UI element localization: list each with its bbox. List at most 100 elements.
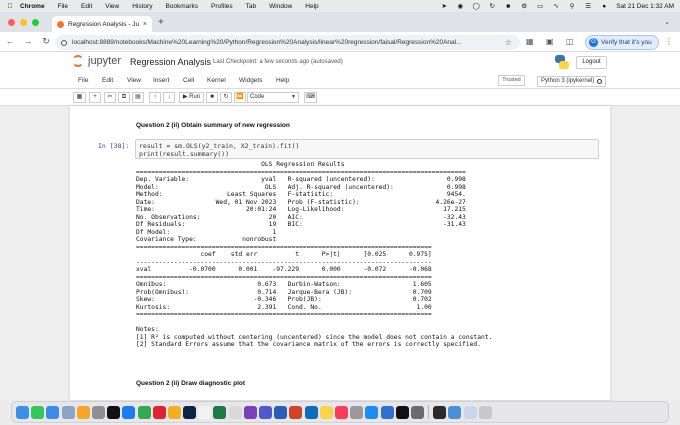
browser-tab[interactable]: Regression Analysis - Jupyte × (52, 16, 152, 32)
apple-icon[interactable]:  (0, 3, 20, 10)
logout-button[interactable]: Logout (576, 56, 607, 69)
new-tab-button[interactable]: + (158, 17, 164, 28)
kernel-indicator[interactable]: Python 3 (ipykernel) (537, 76, 607, 87)
menu-tab[interactable]: Tab (246, 3, 256, 10)
wifi-icon[interactable]: ∿ (552, 3, 560, 10)
screen-icon[interactable] (448, 405, 462, 419)
nb-menu-cell[interactable]: Cell (183, 77, 194, 84)
menu-file[interactable]: File (58, 3, 68, 10)
sync-icon[interactable]: ↻ (488, 3, 496, 10)
verify-identity-button[interactable]: G Verify that it's you (585, 35, 659, 50)
powerpoint-icon[interactable] (289, 405, 303, 419)
opera-icon[interactable] (152, 405, 166, 419)
url-text[interactable]: localhost:8889/notebooks/Machine%20Learn… (72, 39, 505, 46)
cell-type-select[interactable]: Code ▼ (247, 92, 299, 103)
code-cell[interactable]: result = sm.OLS(y2_train, X2_train).fit(… (135, 139, 599, 159)
photos-icon[interactable] (76, 405, 90, 419)
restart-run-all-icon[interactable]: ⏩ (234, 92, 246, 103)
paste-icon[interactable]: ▤ (132, 92, 144, 103)
nb-menu-help[interactable]: Help (276, 77, 289, 84)
finder-icon[interactable] (16, 405, 29, 419)
music-icon[interactable] (334, 405, 348, 419)
script-icon[interactable] (350, 405, 364, 419)
onenote-icon[interactable] (243, 405, 257, 419)
menu-history[interactable]: History (132, 3, 152, 10)
maximize-window-button[interactable] (32, 19, 39, 26)
menu-edit[interactable]: Edit (81, 3, 92, 10)
site-info-icon[interactable] (61, 39, 67, 46)
photoshop-icon[interactable] (183, 405, 197, 419)
sidebar-icon[interactable]: ◫ (566, 37, 574, 46)
minimize-window-button[interactable] (20, 19, 27, 26)
menu-app-name[interactable]: Chrome (20, 3, 45, 10)
appletv-icon[interactable] (395, 405, 409, 419)
nb-menu-kernel[interactable]: Kernel (207, 77, 226, 84)
settings-icon[interactable] (91, 405, 105, 419)
ring-icon[interactable]: ◯ (472, 3, 480, 10)
calendar-icon[interactable] (198, 405, 212, 419)
chrome-menu-icon[interactable]: ⋮ (665, 37, 673, 46)
back-icon[interactable]: ← (4, 36, 16, 46)
mail-icon[interactable] (46, 405, 60, 419)
control-center-icon[interactable]: ☰ (584, 3, 592, 10)
close-tab-icon[interactable]: × (143, 21, 147, 28)
menu-view[interactable]: View (105, 3, 119, 10)
save-icon[interactable]: ▦ (73, 92, 86, 103)
trusted-indicator[interactable]: Trusted (498, 75, 525, 86)
excel-icon[interactable] (213, 405, 227, 419)
reload-icon[interactable]: ↻ (40, 36, 52, 47)
run-button[interactable]: ▶ Run (179, 92, 204, 103)
copy-icon[interactable]: ⧉ (118, 92, 130, 103)
address-bar[interactable]: localhost:8889/notebooks/Machine%20Learn… (55, 35, 520, 50)
gear-icon[interactable]: ⚙ (520, 3, 528, 10)
safari-icon[interactable] (122, 405, 136, 419)
move-up-icon[interactable]: ↑ (149, 92, 161, 103)
interrupt-icon[interactable]: ■ (206, 92, 218, 103)
chrome-canary-icon[interactable] (167, 405, 181, 419)
nb-menu-widgets[interactable]: Widgets (239, 77, 262, 84)
restart-icon[interactable]: ↻ (220, 92, 232, 103)
puzzle-icon[interactable]: ▣ (546, 37, 554, 46)
messages-icon[interactable] (31, 405, 45, 419)
nb-menu-insert[interactable]: Insert (153, 77, 169, 84)
appstore-icon[interactable] (365, 405, 379, 419)
command-palette-icon[interactable]: ⌨ (304, 92, 317, 103)
outlook-icon[interactable] (304, 405, 318, 419)
extensions-icon[interactable]: ▦ (526, 37, 534, 46)
menu-window[interactable]: Window (269, 3, 292, 10)
preview-icon[interactable] (61, 405, 75, 419)
nb-menu-file[interactable]: File (78, 77, 88, 84)
clock[interactable]: Sat 21 Dec 1:32 AM (616, 3, 674, 10)
siri-icon[interactable]: ● (600, 3, 608, 10)
menu-profiles[interactable]: Profiles (211, 3, 233, 10)
trello-icon[interactable] (380, 405, 394, 419)
close-window-button[interactable] (8, 19, 15, 26)
cut-icon[interactable]: ✂ (104, 92, 116, 103)
location-icon[interactable]: ➤ (440, 3, 448, 10)
nb-menu-view[interactable]: View (127, 77, 141, 84)
insert-cell-icon[interactable]: + (89, 92, 101, 103)
nb-menu-edit[interactable]: Edit (102, 77, 113, 84)
move-down-icon[interactable]: ↓ (163, 92, 175, 103)
terminal-icon[interactable] (433, 405, 447, 419)
battery-icon[interactable]: ▭ (536, 3, 544, 10)
bookmark-star-icon[interactable]: ☆ (505, 38, 512, 47)
grid-app-icon[interactable] (410, 405, 424, 419)
forward-icon[interactable]: → (22, 36, 34, 46)
search-icon[interactable]: ⚲ (568, 3, 576, 10)
adobe-icon[interactable]: ■ (504, 3, 512, 10)
menu-bookmarks[interactable]: Bookmarks (165, 3, 198, 10)
preview-file-icon[interactable] (463, 405, 477, 419)
chrome-icon[interactable] (137, 405, 151, 419)
word-icon[interactable] (274, 405, 288, 419)
capcut-icon[interactable] (107, 405, 121, 419)
menu-help[interactable]: Help (305, 3, 318, 10)
file-icon[interactable] (228, 405, 242, 419)
jupyter-logo[interactable]: jupyter (72, 55, 121, 67)
notebook-title[interactable]: Regression Analysis (130, 57, 211, 67)
tab-search-icon[interactable]: ⌄ (664, 18, 670, 26)
trash-icon[interactable] (478, 405, 492, 419)
record-icon[interactable]: ◉ (456, 3, 464, 10)
notes-icon[interactable] (319, 405, 333, 419)
teams-icon[interactable] (259, 405, 272, 419)
